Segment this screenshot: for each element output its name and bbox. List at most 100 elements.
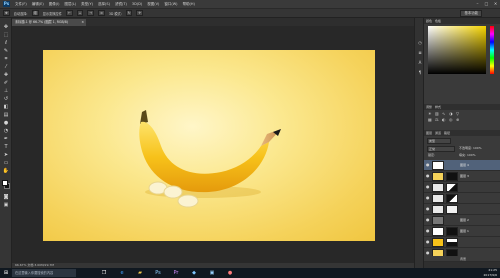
windows-start-icon[interactable]: ⊞ bbox=[2, 269, 10, 277]
move-tool-icon[interactable]: ✥ bbox=[3, 10, 10, 16]
align-center-icon[interactable]: ⊥ bbox=[76, 10, 84, 16]
visibility-eye-icon[interactable]: ● bbox=[426, 240, 430, 244]
align-left-icon[interactable]: ⊢ bbox=[65, 10, 73, 16]
fill-value[interactable]: 100% bbox=[467, 153, 476, 157]
opacity-control[interactable]: 不透明度: 100% bbox=[458, 146, 496, 152]
shape-tool-icon[interactable]: ▭ bbox=[2, 160, 10, 167]
visibility-eye-icon[interactable]: ● bbox=[426, 185, 430, 189]
menu-view[interactable]: 视图(V) bbox=[147, 2, 159, 7]
menu-image[interactable]: 图像(I) bbox=[49, 2, 60, 7]
transform-controls-label[interactable]: 显示变换控件 bbox=[43, 11, 62, 16]
marquee-tool-icon[interactable]: ⬚ bbox=[2, 32, 10, 39]
layer-filter-dropdown[interactable]: 类型 bbox=[427, 138, 451, 144]
tab-adjustments[interactable]: 调整 bbox=[426, 104, 432, 110]
type-tool-icon[interactable]: T bbox=[2, 144, 10, 151]
menu-file[interactable]: 文件(F) bbox=[15, 2, 27, 7]
3d-rotate-icon[interactable]: ↻ bbox=[125, 10, 133, 16]
document-tab[interactable]: 未标题-1 @ 66.7% (图层 1, RGB/8) × bbox=[12, 19, 86, 26]
app-taskbar-icon[interactable]: ◆ bbox=[190, 269, 198, 277]
layer-row[interactable]: ● 图层 1 bbox=[424, 226, 500, 237]
menu-filter[interactable]: 滤镜(T) bbox=[115, 2, 127, 7]
black-white-icon[interactable]: ◐ bbox=[442, 118, 446, 122]
layer-name[interactable]: 图层 4 bbox=[460, 160, 469, 171]
visibility-eye-icon[interactable]: ● bbox=[426, 163, 430, 167]
3d-pan-icon[interactable]: ✛ bbox=[136, 10, 144, 16]
character-panel-icon[interactable]: A bbox=[417, 60, 423, 66]
layer-row[interactable]: ● bbox=[424, 182, 500, 193]
visibility-eye-icon[interactable]: ● bbox=[426, 196, 430, 200]
canvas-workspace[interactable] bbox=[12, 26, 414, 263]
menu-layer[interactable]: 图层(L) bbox=[64, 2, 76, 7]
path-select-tool-icon[interactable]: ➤ bbox=[2, 152, 10, 159]
exposure-icon[interactable]: ◑ bbox=[449, 112, 453, 116]
visibility-eye-icon[interactable]: ● bbox=[426, 251, 430, 255]
crop-tool-icon[interactable]: ⌗ bbox=[2, 56, 10, 63]
color-picker-field[interactable] bbox=[428, 26, 486, 74]
move-tool-icon[interactable]: ✥ bbox=[2, 24, 10, 31]
vibrance-icon[interactable]: ▽ bbox=[456, 112, 460, 116]
layer-row[interactable]: ● 图层 3 bbox=[424, 171, 500, 182]
premiere-taskbar-icon[interactable]: Pr bbox=[172, 269, 180, 277]
layer-name[interactable]: 图层 2 bbox=[460, 215, 469, 226]
blend-mode-dropdown[interactable]: 正常 bbox=[427, 146, 455, 152]
visibility-eye-icon[interactable]: ● bbox=[426, 218, 430, 222]
menu-window[interactable]: 窗口(W) bbox=[164, 2, 177, 7]
layer-row[interactable]: ● bbox=[424, 237, 500, 248]
menu-help[interactable]: 帮助(H) bbox=[183, 2, 195, 7]
color-balance-icon[interactable]: ⚖ bbox=[435, 118, 439, 122]
layer-row[interactable]: ● bbox=[424, 204, 500, 215]
workspace-switcher[interactable]: 基本功能 bbox=[460, 10, 482, 17]
opacity-value[interactable]: 100% bbox=[473, 146, 482, 150]
app-taskbar-icon-3[interactable]: ● bbox=[226, 269, 234, 277]
quick-select-tool-icon[interactable]: ✎ bbox=[2, 48, 10, 55]
photo-filter-icon[interactable]: ◎ bbox=[449, 118, 453, 122]
brush-tool-icon[interactable]: ✐ bbox=[2, 80, 10, 87]
tab-styles[interactable]: 样式 bbox=[435, 104, 441, 110]
pen-tool-icon[interactable]: ✒ bbox=[2, 136, 10, 143]
lasso-tool-icon[interactable]: ℓ bbox=[2, 40, 10, 47]
layer-row[interactable]: ● 图层 2 bbox=[424, 215, 500, 226]
channel-mixer-icon[interactable]: ⊕ bbox=[456, 118, 460, 122]
edge-browser-icon[interactable]: e bbox=[118, 269, 126, 277]
photoshop-taskbar-icon[interactable]: Ps bbox=[154, 269, 162, 277]
auto-select-dropdown[interactable]: 组 bbox=[31, 10, 39, 16]
visibility-eye-icon[interactable]: ● bbox=[426, 229, 430, 233]
visibility-eye-icon[interactable]: ● bbox=[426, 207, 430, 211]
screen-mode-icon[interactable]: ▣ bbox=[2, 202, 10, 209]
paragraph-panel-icon[interactable]: ¶ bbox=[417, 70, 423, 76]
hue-saturation-icon[interactable]: ▦ bbox=[428, 118, 432, 122]
history-brush-tool-icon[interactable]: ↺ bbox=[2, 96, 10, 103]
gradient-tool-icon[interactable]: ▤ bbox=[2, 112, 10, 119]
document-canvas[interactable] bbox=[43, 50, 375, 241]
healing-brush-tool-icon[interactable]: ✚ bbox=[2, 72, 10, 79]
tab-swatches[interactable]: 色板 bbox=[435, 18, 441, 24]
close-document-icon[interactable]: × bbox=[81, 19, 84, 26]
maximize-button[interactable]: □ bbox=[484, 1, 489, 6]
eyedropper-tool-icon[interactable]: ⁄ bbox=[2, 64, 10, 71]
blur-tool-icon[interactable]: ● bbox=[2, 120, 10, 127]
menu-select[interactable]: 选择(S) bbox=[98, 2, 110, 7]
properties-panel-icon[interactable]: ≣ bbox=[417, 50, 423, 56]
menu-3d[interactable]: 3D(D) bbox=[132, 2, 142, 6]
quick-mask-icon[interactable]: ◙ bbox=[2, 194, 10, 201]
close-window-button[interactable]: ✕ bbox=[493, 1, 498, 6]
layer-row[interactable]: ● bbox=[424, 193, 500, 204]
tab-color[interactable]: 颜色 bbox=[426, 18, 432, 24]
tab-paths[interactable]: 路径 bbox=[444, 130, 450, 136]
app-taskbar-icon-2[interactable]: ▣ bbox=[208, 269, 216, 277]
taskbar-search-input[interactable]: 在这里输入你要搜索的内容 bbox=[12, 269, 76, 277]
menu-type[interactable]: 类型(Y) bbox=[81, 2, 93, 7]
fill-control[interactable]: 填充: 100% bbox=[458, 153, 496, 159]
brightness-icon[interactable]: ☀ bbox=[428, 112, 432, 116]
tab-channels[interactable]: 通道 bbox=[435, 130, 441, 136]
hue-slider[interactable] bbox=[490, 26, 494, 74]
layer-name[interactable]: 图层 1 bbox=[460, 226, 469, 237]
layer-name[interactable]: 图层 3 bbox=[460, 171, 469, 182]
levels-icon[interactable]: ▥ bbox=[435, 112, 439, 116]
menu-edit[interactable]: 编辑(E) bbox=[32, 2, 44, 7]
task-view-icon[interactable]: ❐ bbox=[100, 269, 108, 277]
minimize-button[interactable]: – bbox=[475, 1, 480, 6]
tab-layers[interactable]: 图层 bbox=[426, 130, 432, 136]
eraser-tool-icon[interactable]: ◧ bbox=[2, 104, 10, 111]
taskbar-clock[interactable]: 21:25 2017/9/6 bbox=[484, 268, 497, 278]
